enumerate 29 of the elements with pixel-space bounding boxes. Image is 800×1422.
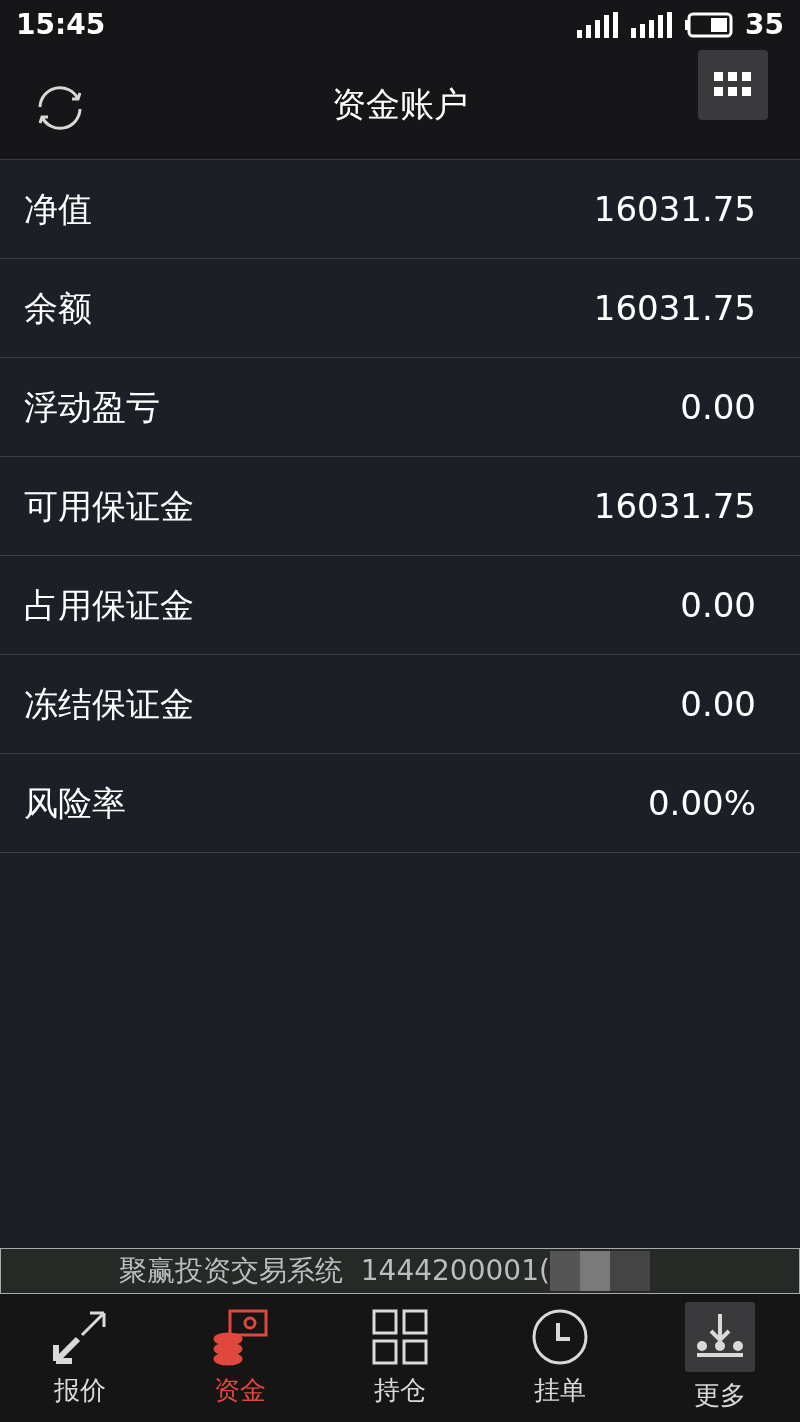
signal-icon bbox=[577, 12, 620, 38]
status-time: 15:45 bbox=[16, 7, 106, 43]
nav-tab[interactable]: 持仓 bbox=[320, 1294, 480, 1422]
menu-button[interactable] bbox=[698, 50, 768, 120]
field-value: 0.00 bbox=[680, 583, 757, 627]
signal-icon bbox=[631, 12, 674, 38]
battery-icon bbox=[685, 12, 734, 38]
download-icon bbox=[685, 1301, 755, 1372]
ticker-text: 聚赢投资交易系统 1444200001( bbox=[119, 1253, 550, 1289]
field-value: 16031.75 bbox=[593, 484, 757, 528]
field-label: 余额 bbox=[24, 286, 92, 330]
field-value: 0.00 bbox=[680, 682, 757, 726]
field-label: 风险率 bbox=[24, 781, 126, 825]
battery-level: 35 bbox=[745, 7, 784, 43]
field-label: 浮动盈亏 bbox=[24, 385, 160, 429]
field-value: 16031.75 bbox=[593, 286, 757, 330]
nav-tab[interactable]: 挂单 bbox=[480, 1294, 640, 1422]
menu-icon bbox=[714, 72, 752, 98]
field-value: 16031.75 bbox=[593, 187, 757, 231]
nav-tab[interactable]: 报价 bbox=[0, 1294, 160, 1422]
field-label: 可用保证金 bbox=[24, 484, 194, 528]
field-label: 占用保证金 bbox=[24, 583, 194, 627]
field-label: 冻结保证金 bbox=[24, 682, 194, 726]
field-value: 0.00 bbox=[680, 385, 757, 429]
field-value: 0.00% bbox=[648, 781, 757, 825]
field-label: 净值 bbox=[24, 187, 92, 231]
page-title: 资金账户 bbox=[332, 83, 468, 126]
nav-tab[interactable]: 资金 bbox=[160, 1294, 320, 1422]
nav-tab[interactable]: 更多 bbox=[640, 1294, 800, 1422]
